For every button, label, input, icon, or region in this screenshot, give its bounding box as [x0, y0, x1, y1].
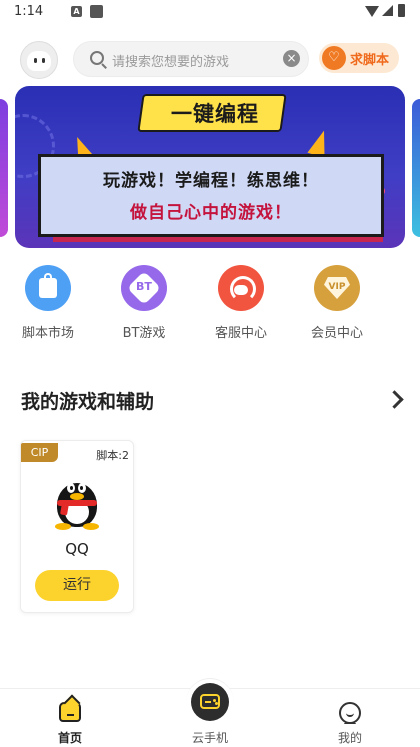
home-icon — [59, 702, 81, 722]
banner-line-1: 玩游戏！学编程！练思维！ — [103, 171, 319, 191]
heart-icon: ♡ — [322, 46, 346, 70]
signal-icon — [382, 5, 393, 16]
nav-label: 云手机 — [191, 731, 228, 745]
avatar-face-icon — [27, 51, 51, 71]
script-count: 脚本:2 — [96, 449, 129, 462]
profile-icon — [339, 702, 361, 724]
nav-mine[interactable]: 我的 — [310, 689, 390, 747]
nav-label: 我的 — [337, 731, 362, 745]
bt-badge-text: BT — [136, 280, 152, 293]
notification-square-icon — [90, 5, 103, 18]
avatar-eye-icon — [42, 58, 45, 63]
vip-badge-text: VIP — [328, 282, 346, 292]
nav-home[interactable]: 首页 — [30, 689, 110, 747]
wifi-icon — [365, 6, 379, 17]
status-bar: 1:14 A — [0, 0, 420, 26]
game-card[interactable]: CIP 脚本:2 QQ 运行 — [20, 440, 134, 613]
vip-diamond-icon: VIP — [314, 265, 360, 311]
avatar[interactable] — [20, 41, 58, 79]
entry-customer-service[interactable]: 客服中心 — [201, 265, 281, 341]
entry-label: 脚本市场 — [21, 326, 74, 341]
bt-badge-icon: BT — [121, 265, 167, 311]
headset-icon — [218, 265, 264, 311]
avatar-eye-icon — [34, 58, 37, 63]
game-name: QQ — [65, 540, 89, 558]
cip-badge: CIP — [21, 443, 58, 462]
entry-label: 会员中心 — [310, 326, 363, 341]
entry-bt-games[interactable]: BT BT游戏 — [104, 265, 184, 341]
battery-icon — [398, 4, 405, 17]
banner-prev-slide[interactable] — [0, 99, 8, 237]
request-script-label: 求脚本 — [350, 53, 390, 68]
section-title: 我的游戏和辅助 — [21, 391, 155, 413]
gamepad-icon[interactable] — [191, 683, 229, 721]
clear-icon[interactable]: × — [283, 50, 300, 67]
entry-script-market[interactable]: 脚本市场 — [8, 265, 88, 341]
notification-a-icon: A — [71, 6, 82, 17]
banner-next-slide[interactable] — [412, 99, 420, 237]
chevron-right-icon[interactable] — [385, 390, 404, 409]
banner-line-2: 做自己心中的游戏！ — [130, 203, 292, 223]
nav-label: 首页 — [57, 731, 82, 745]
entry-label: 客服中心 — [214, 326, 267, 341]
search-placeholder: 请搜索您想要的游戏 — [112, 55, 230, 70]
banner[interactable]: 一键编程 玩游戏！学编程！练思维！ 做自己心中的游戏！ — [15, 86, 405, 248]
status-time: 1:14 — [14, 4, 44, 19]
search-input[interactable]: 请搜索您想要的游戏 × — [73, 41, 309, 77]
qq-penguin-icon — [51, 473, 103, 531]
request-script-button[interactable]: ♡ 求脚本 — [319, 43, 399, 73]
search-icon — [90, 51, 104, 65]
entry-vip-center[interactable]: VIP 会员中心 — [297, 265, 377, 341]
run-button[interactable]: 运行 — [35, 570, 119, 601]
shopping-bag-icon — [25, 265, 71, 311]
entry-label: BT游戏 — [122, 326, 166, 341]
banner-title: 一键编程 — [171, 102, 259, 126]
